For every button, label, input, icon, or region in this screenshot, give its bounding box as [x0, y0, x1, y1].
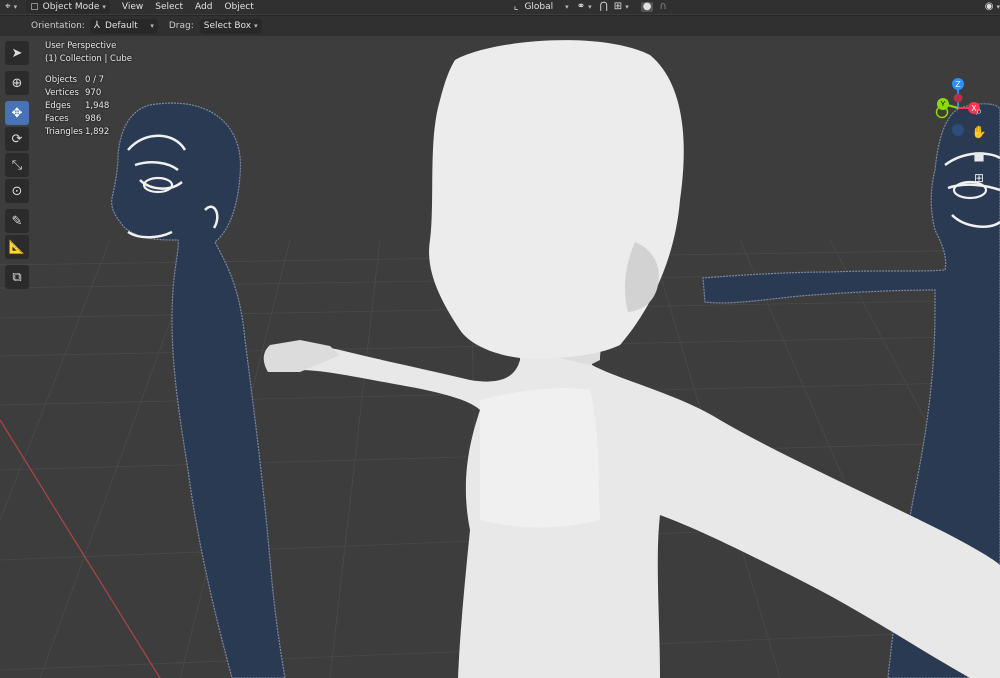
proportional-edit-toggle[interactable]: ●: [638, 1, 657, 14]
viewport-header: ⌖ ▾ ▢ Object Mode ▾ View Select Add Objec…: [0, 0, 1000, 14]
proportional-edit-icon: ●: [640, 1, 654, 12]
tool-select-box[interactable]: ➤: [5, 41, 29, 65]
pivot-point-dropdown[interactable]: ⚭ ▾: [574, 1, 595, 14]
active-collection: (1) Collection | Cube: [45, 54, 133, 64]
stat-value: 970: [85, 88, 102, 98]
camera-icon: ■: [973, 149, 985, 163]
visibility-dropdown[interactable]: ◉ ▾: [982, 1, 1000, 14]
rotate-icon: ⟳: [11, 131, 23, 147]
transform-orientation-label: Global: [524, 2, 554, 12]
3d-cursor-icon: ⊕: [11, 75, 23, 91]
tool-shelf: ➤ ⊕ ✥ ⟳ ⤡ ⊙ ✎ 📐 ⧉: [5, 41, 31, 291]
pivot-icon: ⚭: [576, 1, 586, 12]
transform-orientation-dropdown[interactable]: ⌞ Global ▾: [511, 1, 572, 14]
zoom-button[interactable]: ⌕: [970, 102, 988, 120]
tool-transform[interactable]: ⊙: [5, 179, 29, 203]
gizmo-neg-z-axis[interactable]: [952, 124, 964, 136]
transform-icon: ⊙: [11, 183, 23, 199]
stat-value: 0 / 7: [85, 75, 105, 85]
stat-row: Faces 986: [45, 113, 132, 126]
pan-hand-icon: ✋: [971, 125, 987, 139]
object-mode-icon: ▢: [30, 2, 39, 12]
stat-row: Vertices 970: [45, 87, 132, 100]
chevron-down-icon: ▾: [102, 3, 106, 11]
mode-dropdown[interactable]: ▢ Object Mode ▾: [26, 0, 110, 14]
scale-icon: ⤡: [11, 157, 23, 173]
3d-viewport-icon: ⌖: [5, 1, 11, 12]
menu-view[interactable]: View: [119, 1, 146, 14]
measure-ruler-icon: 📐: [8, 239, 26, 255]
tool-settings-bar: Orientation: ⅄ Default ▾ Drag: Select Bo…: [0, 15, 1000, 36]
stat-label: Objects: [45, 75, 78, 85]
orientation-value: Default: [104, 21, 138, 31]
annotate-pencil-icon: ✎: [11, 213, 23, 229]
proportional-falloff-dropdown[interactable]: ∩: [656, 1, 669, 14]
gizmo-z-label: Z: [955, 80, 961, 89]
tool-measure[interactable]: 📐: [5, 235, 29, 259]
chevron-down-icon: ▾: [625, 3, 629, 11]
move-arrows-icon: ✥: [11, 105, 23, 121]
zoom-icon: ⌕: [975, 103, 983, 118]
chevron-down-icon: ▾: [996, 3, 1000, 11]
stat-label: Faces: [45, 114, 69, 124]
tool-move[interactable]: ✥: [5, 101, 29, 125]
chevron-down-icon: ▾: [13, 3, 18, 11]
tool-scale[interactable]: ⤡: [5, 153, 29, 177]
snap-magnet-icon: ⋂: [599, 1, 608, 12]
drag-label: Drag:: [168, 21, 194, 31]
character-mesh: [263, 40, 1000, 678]
tool-annotate[interactable]: ✎: [5, 209, 29, 233]
perspective-grid-icon: ⊞: [973, 171, 985, 185]
stat-label: Vertices: [45, 88, 79, 98]
visibility-eye-icon: ◉: [984, 1, 994, 12]
gizmo-neg-x-axis[interactable]: [953, 93, 963, 103]
stat-label: Triangles: [45, 127, 83, 137]
perspective-toggle-button[interactable]: ⊞: [970, 169, 988, 187]
stat-row: Edges 1,948: [45, 100, 132, 113]
view-name: User Perspective: [45, 41, 117, 51]
snap-target-dropdown[interactable]: ⊞ ▾: [611, 1, 632, 14]
menu-object[interactable]: Object: [221, 1, 256, 14]
drag-value: Select Box: [203, 21, 252, 31]
orientation-dropdown[interactable]: ⅄ Default ▾: [89, 18, 158, 34]
stat-value: 986: [85, 114, 102, 124]
stat-label: Edges: [45, 101, 71, 111]
chevron-down-icon: ▾: [588, 3, 592, 11]
stat-row: Objects 0 / 7: [45, 74, 132, 87]
3d-viewport[interactable]: Z X Y ⌕ ✋ ■ ⊞: [0, 36, 1000, 678]
chevron-down-icon: ▾: [254, 22, 258, 30]
orientation-label: Orientation:: [31, 21, 85, 31]
viewport-text-overlay: User Perspective (1) Collection | Cube O…: [45, 40, 132, 139]
reference-profile-silhouette: [111, 102, 286, 678]
tool-add-cube[interactable]: ⧉: [5, 265, 29, 289]
x-axis-line: [0, 419, 161, 678]
tool-rotate[interactable]: ⟳: [5, 127, 29, 151]
chevron-down-icon: ▾: [565, 3, 569, 11]
menu-select[interactable]: Select: [152, 1, 186, 14]
tool-cursor[interactable]: ⊕: [5, 71, 29, 95]
stat-value: 1,948: [85, 101, 110, 111]
editor-type-selector[interactable]: ⌖ ▾: [2, 1, 20, 14]
snap-increment-icon: ⊞: [613, 1, 623, 12]
camera-view-button[interactable]: ■: [970, 147, 988, 165]
chevron-down-icon: ▾: [150, 22, 154, 30]
falloff-icon: ∩: [659, 1, 667, 12]
stat-row: Triangles 1,892: [45, 126, 132, 139]
select-cursor-icon: ➤: [11, 45, 23, 61]
stat-value: 1,892: [85, 127, 110, 137]
drag-dropdown[interactable]: Select Box ▾: [199, 18, 262, 34]
global-axes-icon: ⌞: [513, 1, 519, 12]
mode-label: Object Mode: [42, 2, 100, 12]
viewport-scene: [0, 40, 1000, 678]
menu-add[interactable]: Add: [192, 1, 215, 14]
add-cube-icon: ⧉: [12, 269, 22, 285]
orientation-axes-icon: ⅄: [93, 20, 100, 31]
snap-toggle[interactable]: ⋂: [597, 1, 611, 14]
pan-button[interactable]: ✋: [970, 123, 988, 141]
